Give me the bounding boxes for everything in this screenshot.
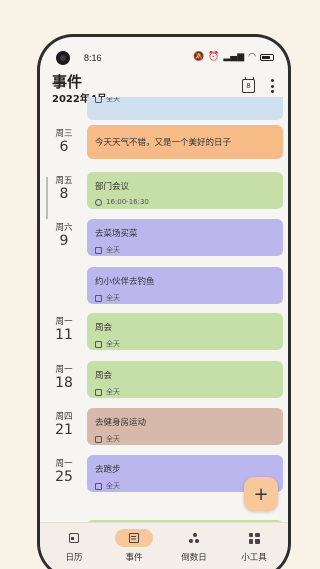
list-icon bbox=[129, 533, 139, 543]
event-time: 全天 bbox=[106, 482, 120, 490]
event-title: 周会 bbox=[95, 371, 113, 381]
event-time: 全天 bbox=[106, 246, 120, 254]
event-meta: 全天 bbox=[95, 339, 275, 349]
event-card[interactable]: 约小伙伴去钓鱼全天 bbox=[87, 267, 283, 304]
nav-item-widgets[interactable]: 小工具 bbox=[224, 529, 284, 563]
nav-label: 小工具 bbox=[241, 553, 267, 563]
event-card[interactable]: 全天 bbox=[87, 97, 283, 120]
front-camera bbox=[56, 51, 70, 65]
weekday-label: 周六 bbox=[55, 223, 73, 233]
clock-icon bbox=[95, 198, 102, 206]
widgets-icon bbox=[248, 532, 260, 544]
event-meta: 全天 bbox=[95, 245, 275, 255]
weekday-label: 周一 bbox=[55, 365, 73, 375]
mute-icon: 🔕 bbox=[192, 52, 205, 62]
day-number: 21 bbox=[55, 422, 73, 438]
day-number: 25 bbox=[55, 469, 73, 485]
today-badge: 8 bbox=[246, 82, 251, 90]
plus-icon: + bbox=[253, 483, 269, 505]
event-title: 今天天气不错，又是一个美好的日子 bbox=[95, 138, 232, 148]
calendar-icon bbox=[95, 294, 102, 302]
date-label: 5 bbox=[50, 97, 78, 101]
weekday-label: 周五 bbox=[55, 176, 73, 186]
page-title: 事件 bbox=[52, 73, 83, 91]
phone-screen: 8:16 🔕 ⏰ ▂▄▆ ◠ 事件 2022年4月 8 5全天周三6今天天气不错… bbox=[40, 37, 288, 569]
countdown-icon bbox=[188, 532, 200, 544]
alarm-icon: ⏰ bbox=[208, 52, 220, 62]
date-label: 周五 8 bbox=[46, 174, 78, 219]
nav-label: 日历 bbox=[65, 553, 83, 563]
event-card[interactable]: 周会全天 bbox=[87, 313, 283, 350]
nav-item-countdown[interactable]: 倒数日 bbox=[164, 529, 224, 563]
battery-icon bbox=[260, 53, 274, 61]
date-label: 周一 11 bbox=[50, 315, 78, 343]
bottom-navigation: 日历 事件 倒数日 小工具 bbox=[40, 522, 288, 569]
event-time: 全天 bbox=[106, 340, 120, 348]
today-calendar-button[interactable]: 8 bbox=[242, 77, 255, 93]
event-title: 去跑步 bbox=[95, 465, 121, 475]
weekday-label: 周四 bbox=[55, 412, 73, 422]
day-number: 11 bbox=[55, 327, 73, 343]
event-title: 去菜场买菜 bbox=[95, 229, 138, 239]
calendar-icon bbox=[95, 97, 102, 103]
day-number: 5 bbox=[50, 97, 78, 101]
nav-item-calendar[interactable]: 日历 bbox=[44, 529, 104, 563]
calendar-icon bbox=[69, 533, 79, 543]
wifi-icon: ◠ bbox=[248, 52, 256, 62]
date-label: 周六 9 bbox=[50, 221, 78, 249]
calendar-icon bbox=[95, 482, 102, 490]
weekday-label: 周三 bbox=[55, 129, 73, 139]
calendar-icon bbox=[95, 388, 102, 396]
event-card[interactable]: 部门会议 16:00-16:30 bbox=[87, 172, 283, 209]
day-number: 18 bbox=[55, 375, 73, 391]
weekday-label: 周一 bbox=[55, 459, 73, 469]
nav-label: 倒数日 bbox=[181, 553, 207, 563]
date-label: 周一 18 bbox=[50, 363, 78, 391]
event-title: 部门会议 bbox=[95, 182, 130, 192]
event-meta: 全天 bbox=[95, 434, 275, 444]
nav-item-events[interactable]: 事件 bbox=[104, 529, 164, 563]
event-meta: 16:00-16:30 bbox=[95, 198, 275, 206]
app-stage: 8:16 🔕 ⏰ ▂▄▆ ◠ 事件 2022年4月 8 5全天周三6今天天气不错… bbox=[0, 0, 320, 569]
event-card[interactable]: 去健身房运动全天 bbox=[87, 408, 283, 445]
event-title: 周会 bbox=[95, 323, 113, 333]
day-number: 8 bbox=[59, 186, 69, 202]
status-icons: 🔕 ⏰ ▂▄▆ ◠ bbox=[193, 52, 274, 62]
event-title: 去健身房运动 bbox=[95, 418, 147, 428]
calendar-icon bbox=[95, 340, 102, 348]
date-label: 周四 21 bbox=[50, 410, 78, 438]
event-title: 约小伙伴去钓鱼 bbox=[95, 277, 155, 287]
event-meta: 全天 bbox=[95, 387, 275, 397]
calendar-icon bbox=[95, 246, 102, 254]
phone-frame: 8:16 🔕 ⏰ ▂▄▆ ◠ 事件 2022年4月 8 5全天周三6今天天气不错… bbox=[37, 34, 291, 569]
event-card[interactable]: 今天天气不错，又是一个美好的日子 bbox=[87, 125, 283, 159]
event-card[interactable]: 去菜场买菜全天 bbox=[87, 219, 283, 256]
add-event-button[interactable]: + bbox=[244, 477, 278, 511]
event-time: 全天 bbox=[106, 435, 120, 443]
event-time: 全天 bbox=[106, 388, 120, 396]
event-meta: 全天 bbox=[95, 293, 275, 303]
event-time: 全天 bbox=[106, 97, 120, 103]
more-menu-button[interactable] bbox=[268, 79, 276, 93]
event-time: 16:00-16:30 bbox=[106, 198, 149, 206]
date-label: 周三 6 bbox=[50, 127, 78, 155]
weekday-label: 周一 bbox=[55, 317, 73, 327]
date-label: 周一 25 bbox=[50, 457, 78, 485]
event-time: 全天 bbox=[106, 294, 120, 302]
calendar-icon bbox=[95, 435, 102, 443]
event-meta: 全天 bbox=[95, 97, 275, 104]
day-number: 9 bbox=[59, 233, 69, 249]
signal-icon: ▂▄▆ bbox=[223, 52, 245, 62]
event-card[interactable]: 周会全天 bbox=[87, 361, 283, 398]
day-number: 6 bbox=[59, 139, 69, 155]
status-time: 8:16 bbox=[84, 53, 102, 63]
nav-label: 事件 bbox=[125, 553, 143, 563]
